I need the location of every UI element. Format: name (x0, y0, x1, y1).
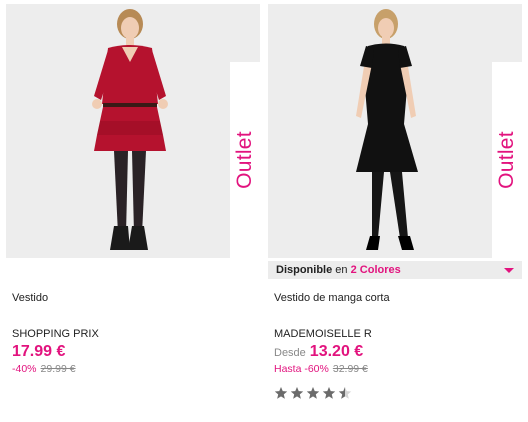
availability-mid: en (335, 264, 348, 276)
star-filled-icon (290, 387, 304, 399)
old-price: 32.99 € (332, 363, 368, 375)
price-row: 17.99 € (12, 343, 65, 361)
star-filled-icon (274, 387, 288, 399)
availability-label: Disponible (276, 264, 333, 276)
product-image[interactable]: Outlet (268, 4, 522, 258)
price-row: Desde 13.20 € (274, 343, 363, 361)
product-brand: SHOPPING PRIX (12, 328, 99, 340)
star-filled-icon (306, 387, 320, 399)
product-price: 13.20 € (309, 343, 364, 360)
product-image[interactable]: Outlet (6, 4, 260, 258)
model-red-dress-illustration (92, 9, 168, 250)
discount-percent: Hasta -60% (274, 363, 329, 375)
product-price: 17.99 € (12, 343, 66, 360)
old-price: 29.99 € (40, 363, 76, 375)
star-rating-icon (274, 387, 352, 399)
rating-stars[interactable] (274, 386, 358, 400)
product-brand: MADEMOISELLE R (274, 328, 372, 340)
outlet-label: Outlet (233, 131, 256, 189)
outlet-label: Outlet (495, 131, 518, 189)
product-card[interactable]: Outlet Disponible en 2 Colores Vestido d… (268, 0, 522, 422)
product-card[interactable]: Outlet Vestido SHOPPING PRIX 17.99 € -40… (6, 0, 260, 422)
discount-percent: -40% (12, 363, 37, 375)
product-title[interactable]: Vestido de manga corta (274, 292, 390, 304)
star-filled-icon (322, 387, 336, 399)
discount-row: -40% 29.99 € (12, 363, 76, 375)
caret-down-icon[interactable] (504, 268, 514, 273)
availability-colors: 2 Colores (350, 264, 401, 276)
outlet-tag: Outlet (492, 62, 522, 258)
product-title[interactable]: Vestido (12, 292, 48, 304)
model-black-dress-illustration (356, 9, 418, 250)
outlet-tag: Outlet (230, 62, 260, 258)
price-prefix: Desde (274, 347, 306, 359)
color-availability-dropdown[interactable]: Disponible en 2 Colores (268, 261, 522, 279)
discount-row: Hasta -60% 32.99 € (274, 363, 368, 375)
